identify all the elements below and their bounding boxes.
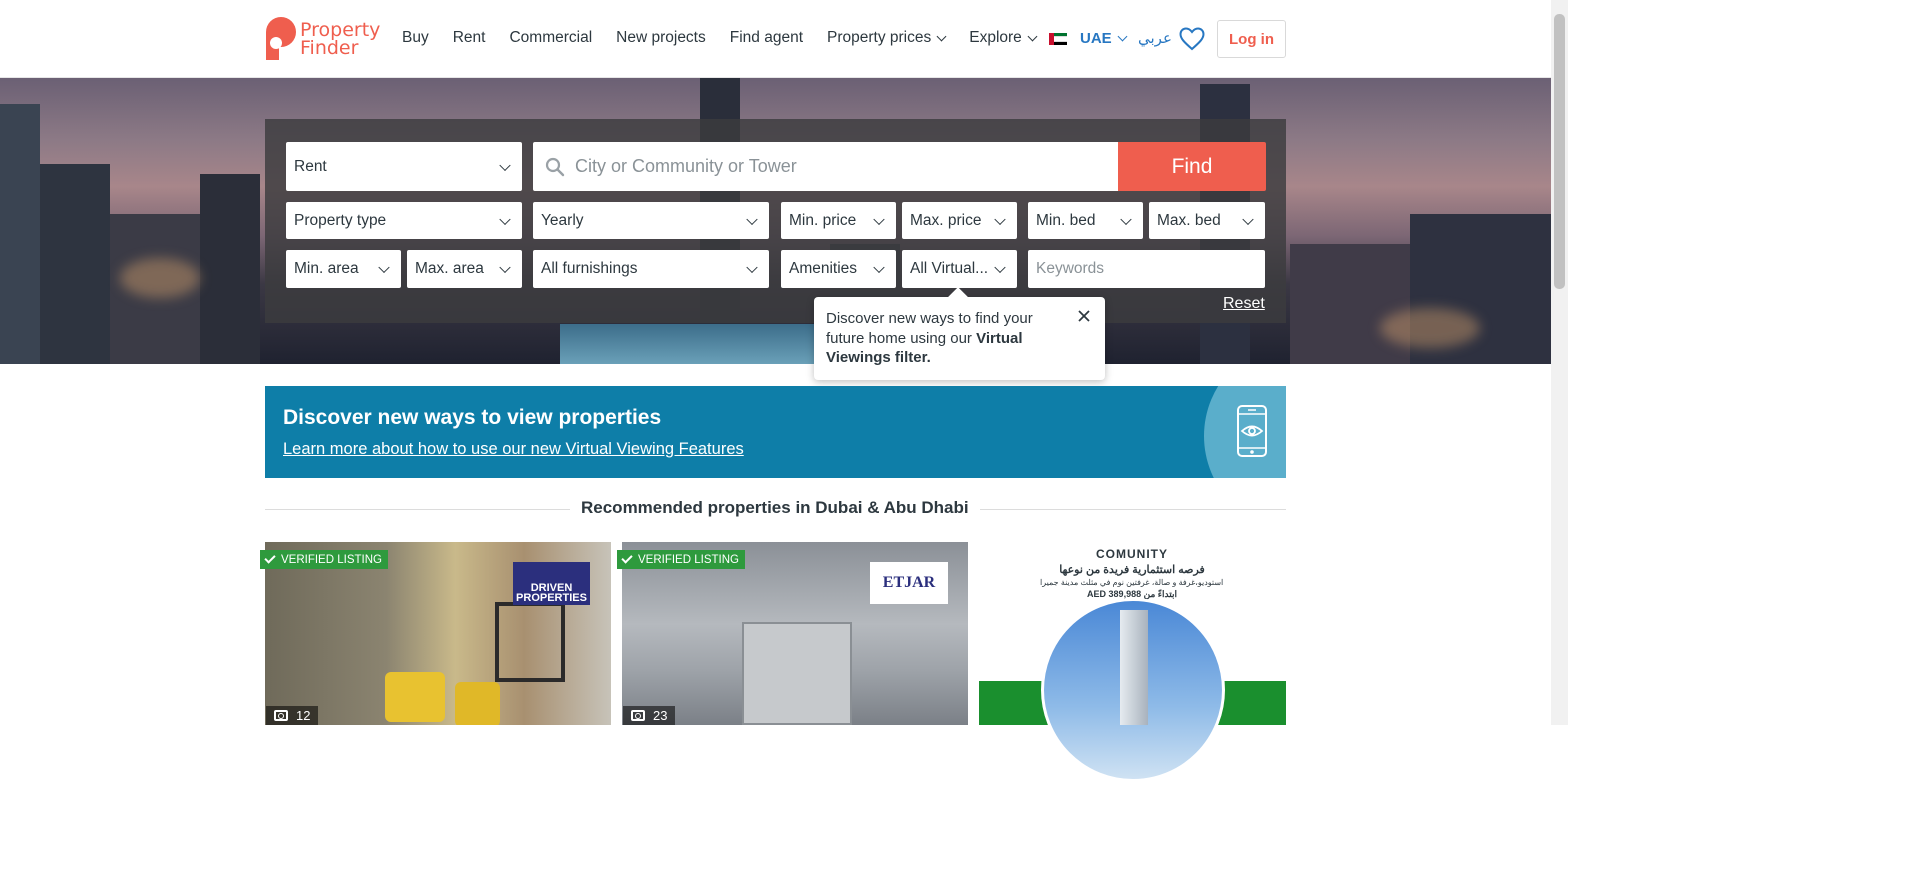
verified-listing-badge: VERIFIED LISTING: [260, 550, 388, 569]
main-nav: Buy Rent Commercial New projects Find ag…: [402, 29, 1060, 47]
min-area-value: Min. area: [294, 260, 359, 277]
keywords-placeholder: Keywords: [1036, 260, 1105, 277]
category-value: Rent: [294, 157, 327, 175]
amenities-value: Amenities: [789, 260, 858, 277]
banner-link[interactable]: Learn more about how to use our new Virt…: [283, 440, 744, 459]
nav-explore[interactable]: Explore: [969, 29, 1038, 47]
max-bed-value: Max. bed: [1157, 211, 1221, 229]
agency-name: DRIVEN PROPERTIES: [516, 582, 587, 604]
chevron-down-icon: [378, 261, 390, 274]
chevron-down-icon: [873, 261, 885, 274]
agency-name: ETJAR: [882, 574, 936, 591]
amenities-select[interactable]: Amenities: [781, 250, 896, 288]
category-select[interactable]: Rent: [286, 142, 522, 191]
location-search-input[interactable]: City or Community or Tower: [533, 142, 1118, 191]
furnishings-select[interactable]: All furnishings: [533, 250, 769, 288]
property-type-select[interactable]: Property type: [286, 202, 522, 239]
furnishings-value: All furnishings: [541, 260, 638, 277]
virtual-viewings-tooltip: Discover new ways to find your future ho…: [814, 287, 1105, 380]
nav-buy[interactable]: Buy: [402, 29, 429, 47]
max-price-value: Max. price: [910, 211, 982, 229]
camera-icon: [274, 710, 288, 721]
nav-commercial[interactable]: Commercial: [509, 29, 592, 47]
language-switch[interactable]: عربي: [1138, 29, 1172, 47]
photo-count: 23: [623, 706, 676, 725]
find-button[interactable]: Find: [1118, 142, 1266, 191]
nav-explore-label: Explore: [969, 29, 1022, 46]
virtual-viewing-select[interactable]: All Virtual...: [902, 250, 1017, 288]
chevron-down-icon: [1120, 213, 1132, 225]
phone-eye-icon: [1237, 405, 1267, 457]
rent-period-value: Yearly: [541, 211, 584, 229]
min-price-value: Min. price: [789, 211, 857, 229]
nav-new-projects[interactable]: New projects: [616, 29, 706, 47]
country-label: UAE: [1080, 30, 1112, 47]
min-bed-value: Min. bed: [1036, 211, 1096, 229]
chevron-down-icon: [873, 213, 885, 225]
chevron-down-icon: [1027, 31, 1038, 41]
recommended-heading: Recommended properties in Dubai & Abu Dh…: [570, 498, 980, 518]
country-selector[interactable]: UAE: [1080, 30, 1128, 47]
ad-text: COMUNITY فرصه استثمارية فريدة من نوعها ا…: [1040, 547, 1224, 600]
ad-brand: COMUNITY: [1096, 547, 1168, 561]
virtual-viewing-banner: Discover new ways to view properties Lea…: [265, 386, 1286, 478]
chevron-down-icon: [499, 261, 511, 274]
chevron-down-icon: [499, 159, 511, 171]
nav-property-prices[interactable]: Property prices: [827, 29, 947, 47]
nav-find-agent[interactable]: Find agent: [730, 29, 803, 47]
max-area-select[interactable]: Max. area: [407, 250, 522, 288]
verified-label: VERIFIED LISTING: [638, 553, 739, 566]
page-scrollbar[interactable]: [1551, 0, 1568, 725]
scrollbar-thumb[interactable]: [1554, 14, 1565, 289]
max-area-value: Max. area: [415, 260, 484, 277]
property-type-value: Property type: [294, 211, 387, 229]
property-finder-logo[interactable]: Property Finder: [265, 16, 380, 62]
photo-count-value: 12: [296, 708, 311, 723]
min-price-select[interactable]: Min. price: [781, 202, 896, 239]
keywords-input[interactable]: Keywords: [1028, 250, 1265, 288]
location-placeholder: City or Community or Tower: [575, 156, 797, 176]
nav-property-prices-label: Property prices: [827, 29, 932, 46]
chevron-down-icon: [994, 213, 1006, 225]
site-header: Property Finder Buy Rent Commercial New …: [0, 0, 1551, 78]
chevron-down-icon: [1242, 213, 1254, 225]
verified-label: VERIFIED LISTING: [281, 553, 382, 566]
checkmark-icon: [621, 552, 633, 564]
ad-subtext: امتلك استوديو،غرفة و صالة، غرفتين نوم في…: [1040, 578, 1224, 587]
virtual-viewing-value: All Virtual...: [910, 260, 989, 277]
checkmark-icon: [264, 552, 276, 564]
agency-logo[interactable]: ETJAR: [870, 562, 948, 604]
ad-headline: فرصه استثمارية فريدة من نوعها: [1059, 564, 1205, 576]
chevron-down-icon: [746, 261, 758, 274]
logo-icon: [266, 17, 296, 60]
nav-rent[interactable]: Rent: [453, 29, 486, 47]
photo-count-value: 23: [653, 708, 668, 723]
login-button[interactable]: Log in: [1217, 20, 1286, 58]
max-bed-select[interactable]: Max. bed: [1149, 202, 1265, 239]
banner-title: Discover new ways to view properties: [283, 406, 662, 429]
min-bed-select[interactable]: Min. bed: [1028, 202, 1143, 239]
favorites-heart-icon[interactable]: [1179, 27, 1205, 51]
close-icon[interactable]: [1077, 309, 1091, 323]
chevron-down-icon: [499, 213, 511, 225]
agency-logo[interactable]: DRIVEN PROPERTIES: [513, 562, 590, 605]
max-price-select[interactable]: Max. price: [902, 202, 1017, 239]
photo-count: 12: [266, 706, 319, 725]
chevron-down-icon: [936, 31, 947, 41]
verified-listing-badge: VERIFIED LISTING: [617, 550, 745, 569]
uae-flag-icon: [1049, 33, 1067, 45]
logo-text-line2: Finder: [300, 37, 359, 59]
reset-link[interactable]: Reset: [1223, 295, 1265, 313]
camera-icon: [631, 710, 645, 721]
chevron-down-icon: [746, 213, 758, 225]
chevron-down-icon: [1117, 31, 1128, 42]
search-icon: [545, 157, 565, 177]
rent-period-select[interactable]: Yearly: [533, 202, 769, 239]
chevron-down-icon: [994, 261, 1006, 274]
min-area-select[interactable]: Min. area: [286, 250, 401, 288]
